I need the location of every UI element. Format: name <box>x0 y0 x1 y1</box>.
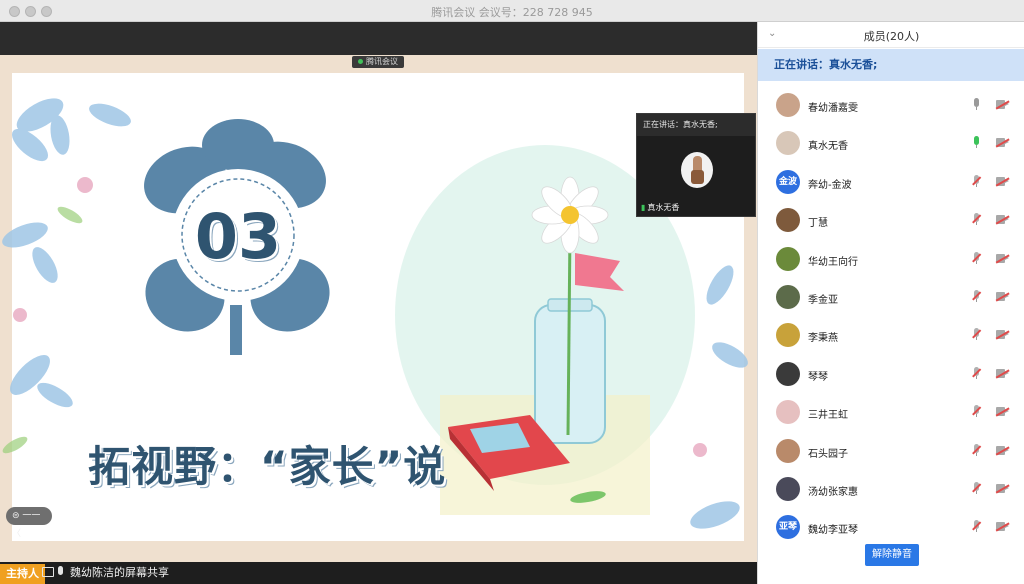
member-avatar: 亚琴 <box>776 515 800 540</box>
member-name: 丁慧 <box>808 218 828 230</box>
speaker-name-text: 真水无香 <box>647 203 680 212</box>
member-name: 李秉燕 <box>808 333 838 345</box>
member-avatar <box>776 131 800 156</box>
member-avatar <box>776 208 800 233</box>
member-row[interactable]: 李秉燕 <box>758 318 1024 356</box>
screen-share-label: 魏幼陈洁的屏幕共享 <box>70 566 169 579</box>
meeting-tag-label: 腾讯会议 <box>366 57 398 66</box>
live-dot-icon <box>358 59 363 64</box>
mic-muted-icon[interactable] <box>972 366 981 380</box>
title-bar: 腾讯会议 会议号：228 728 945 <box>0 0 1024 22</box>
mic-muted-icon[interactable] <box>972 328 981 341</box>
mic-muted-icon[interactable] <box>972 251 981 265</box>
members-panel-header: ⌄ 成员(20人) <box>758 22 1024 48</box>
mic-icon <box>58 566 63 575</box>
camera-off-icon[interactable] <box>995 330 1010 340</box>
member-row[interactable]: 石头园子 <box>758 434 1024 472</box>
camera-off-icon[interactable] <box>995 291 1010 302</box>
mic-muted-icon[interactable] <box>972 174 981 188</box>
member-name: 石头园子 <box>808 448 848 460</box>
host-badge: 主持人 <box>0 564 45 584</box>
member-name: 汤幼张家惠 <box>808 486 858 498</box>
raise-hand-toggle[interactable]: ⊜ 一一 〈 <box>6 507 52 539</box>
member-name: 三井王虹 <box>808 410 848 422</box>
member-avatar <box>776 438 800 463</box>
members-list[interactable]: 春幼潘嘉雯真水无香金波 奔幼-金波丁慧华幼王向行季金亚李秉燕琴琴三井王虹石头园子汤… <box>758 88 1024 558</box>
camera-off-icon[interactable] <box>995 445 1010 455</box>
mic-muted-icon[interactable] <box>972 443 981 457</box>
slide-number: 03 <box>194 200 282 273</box>
window-title: 腾讯会议 会议号：228 728 945 <box>431 6 593 19</box>
unmute-all-button[interactable]: 解除静音 <box>865 544 919 566</box>
member-name: 奔幼-金波 <box>808 179 852 191</box>
active-speaker-tile[interactable]: 正在讲话：真水无香; ▮ 真水无香 <box>636 113 756 217</box>
member-row[interactable]: 季金亚 <box>758 280 1024 318</box>
member-row[interactable]: 金波 奔幼-金波 <box>758 165 1024 203</box>
member-name: 季金亚 <box>808 294 838 306</box>
camera-off-icon[interactable] <box>995 176 1010 186</box>
camera-off-icon[interactable] <box>995 215 1010 225</box>
speaker-avatar <box>681 152 713 188</box>
mic-muted-icon[interactable] <box>972 520 981 533</box>
shared-screen-area: 03 拓视野：“家长”说 ⊜ 一一 〈 腾讯会议 正在讲话：真水无香; ▮ 真水无… <box>0 22 757 567</box>
member-name: 魏幼李亚琴 <box>808 525 858 537</box>
camera-off-icon[interactable] <box>995 522 1010 532</box>
camera-off-icon[interactable] <box>995 100 1010 110</box>
camera-off-icon[interactable] <box>995 483 1010 494</box>
meeting-tag: 腾讯会议 <box>352 56 404 68</box>
member-row[interactable]: 三井王虹 <box>758 395 1024 433</box>
speaker-tile-name: ▮ 真水无香 <box>641 202 679 213</box>
member-avatar <box>776 284 800 309</box>
member-row[interactable]: 汤幼张家惠 <box>758 472 1024 510</box>
member-avatar <box>776 246 800 271</box>
member-avatar: 金波 <box>776 169 800 194</box>
screen-share-icon <box>42 567 54 577</box>
camera-off-icon[interactable] <box>995 138 1010 148</box>
member-name: 春幼潘嘉雯 <box>808 103 858 114</box>
member-row[interactable]: 真水无香 <box>758 126 1024 164</box>
member-row[interactable]: 春幼潘嘉雯 <box>758 88 1024 126</box>
members-panel: ⌄ 成员(20人) 正在讲话：真水无香; 春幼潘嘉雯真水无香金波 奔幼-金波丁慧华… <box>757 22 1024 584</box>
mic-muted-icon[interactable] <box>972 405 981 418</box>
member-row[interactable]: 丁慧 <box>758 203 1024 241</box>
camera-off-icon[interactable] <box>995 253 1010 263</box>
member-row[interactable]: 亚琴 魏幼李亚琴 <box>758 510 1024 548</box>
speaking-indicator: 正在讲话：真水无香; <box>758 49 1024 81</box>
mic-on-icon[interactable] <box>972 136 980 149</box>
member-avatar <box>776 93 800 117</box>
member-row[interactable]: 琴琴 <box>758 357 1024 395</box>
member-avatar <box>776 361 800 386</box>
mic-muted-icon[interactable] <box>972 289 981 303</box>
member-row[interactable]: 华幼王向行 <box>758 242 1024 280</box>
member-name: 华幼王向行 <box>808 256 858 268</box>
member-avatar <box>776 323 800 348</box>
mic-on-icon[interactable] <box>972 98 980 111</box>
camera-off-icon[interactable] <box>995 368 1010 378</box>
mic-muted-icon[interactable] <box>972 213 981 226</box>
members-count-title: 成员(20人) <box>863 30 920 43</box>
speaker-tile-header: 正在讲话：真水无香; <box>637 114 755 136</box>
mic-on-icon: ▮ <box>641 203 646 212</box>
member-avatar <box>776 476 800 501</box>
slide-heading: 拓视野：“家长”说 <box>88 442 447 491</box>
camera-off-icon[interactable] <box>995 407 1010 417</box>
member-name: 琴琴 <box>808 371 828 383</box>
member-avatar <box>776 400 800 425</box>
member-name: 真水无香 <box>808 141 848 153</box>
mic-muted-icon[interactable] <box>972 481 981 495</box>
bottom-status-bar: 主持人 魏幼陈洁的屏幕共享 <box>0 562 757 584</box>
